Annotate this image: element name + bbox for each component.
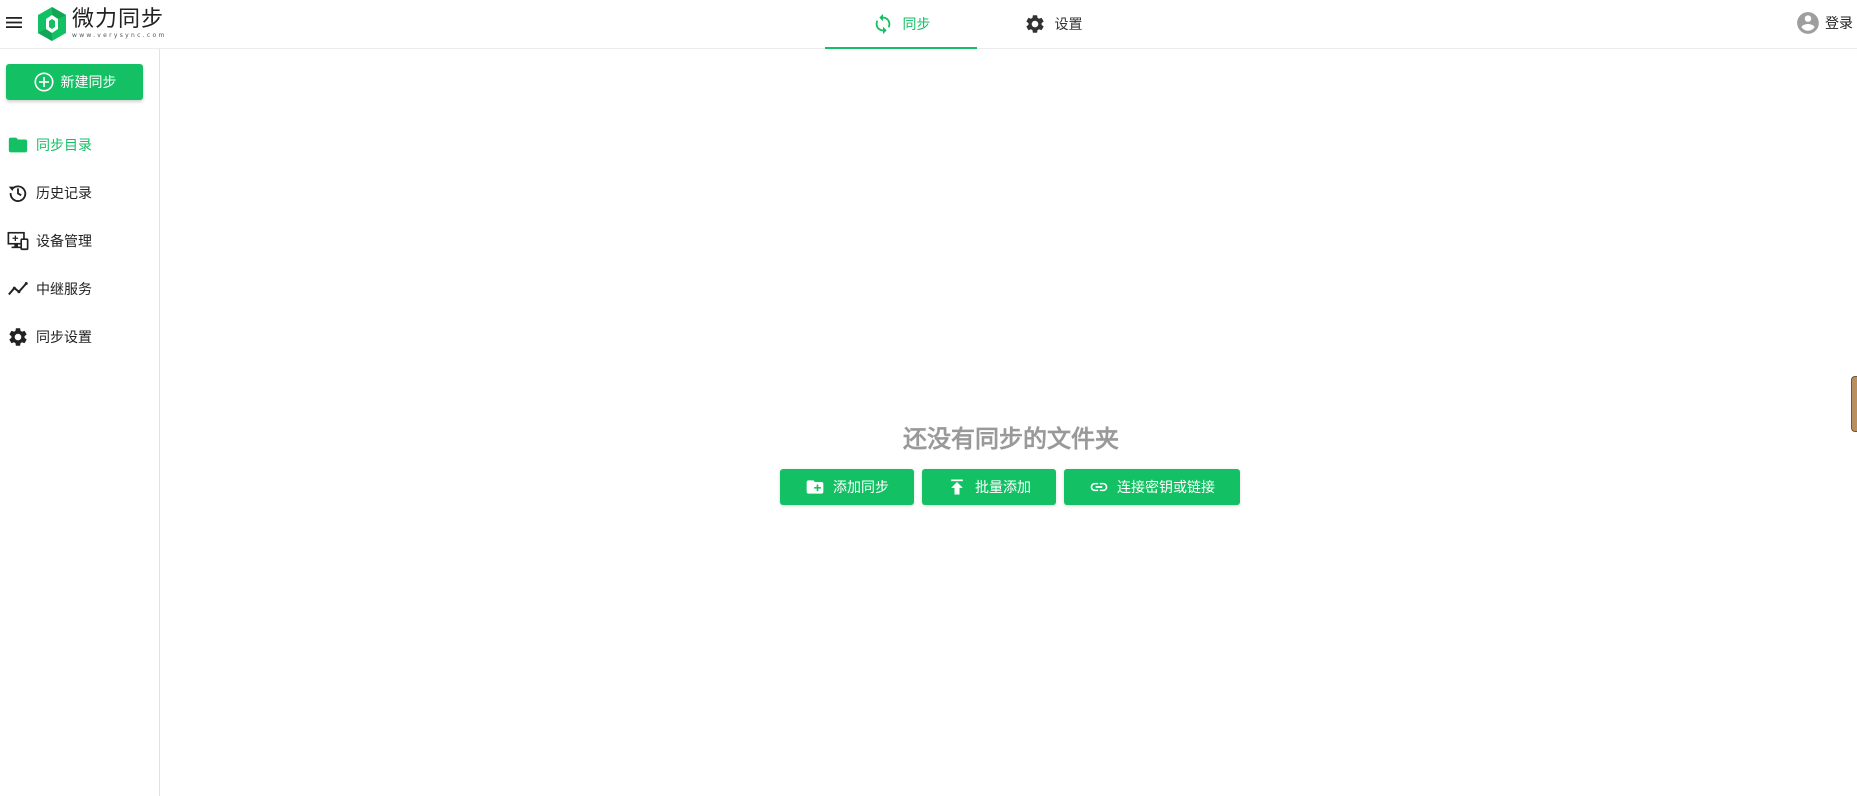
batch-add-button[interactable]: 批量添加 [922,469,1056,505]
new-sync-label: 新建同步 [60,75,117,91]
gear-icon [1025,15,1044,33]
header-tabs: 同步 设置 [825,0,1129,49]
devices-icon [7,231,29,251]
batch-add-label: 批量添加 [975,480,1031,496]
sidebar-item-history[interactable]: 历史记录 [0,169,159,217]
tab-sync[interactable]: 同步 [825,0,977,49]
tab-settings-label: 设置 [1054,17,1083,33]
side-drawer-handle[interactable] [1851,376,1857,432]
empty-state-title: 还没有同步的文件夹 [903,425,1119,453]
empty-state-actions: 添加同步 批量添加 连接密钥或链接 [780,469,1240,505]
login-label: 登录 [1825,16,1853,32]
menu-icon[interactable] [6,14,23,31]
plus-circle-icon [33,72,54,92]
trend-icon [8,282,28,296]
add-sync-button[interactable]: 添加同步 [780,469,914,505]
connect-key-button[interactable]: 连接密钥或链接 [1064,469,1240,505]
tab-sync-label: 同步 [902,17,931,33]
app-url-text: www.verysync.com [72,32,167,39]
add-sync-label: 添加同步 [833,480,889,496]
sidebar-item-sync-settings[interactable]: 同步设置 [0,313,159,361]
sidebar-item-label: 中继服务 [36,282,92,298]
sidebar-item-relay[interactable]: 中继服务 [0,265,159,313]
sidebar: 新建同步 同步目录 历史记录 设备管理 中继服务 同步设置 [0,49,160,796]
tab-settings[interactable]: 设置 [977,0,1129,48]
new-sync-button[interactable]: 新建同步 [6,64,143,100]
folder-add-icon [806,480,824,494]
link-icon [1090,482,1108,492]
connect-key-label: 连接密钥或链接 [1117,480,1215,496]
sidebar-item-label: 同步目录 [36,138,92,154]
sidebar-item-devices[interactable]: 设备管理 [0,217,159,265]
sidebar-item-label: 同步设置 [36,330,92,346]
gear-icon [9,328,27,346]
sidebar-nav: 同步目录 历史记录 设备管理 中继服务 同步设置 [0,121,159,361]
app-logo[interactable]: 微力同步 www.verysync.com [36,4,167,44]
account-circle-icon [1797,12,1819,34]
top-bar: 微力同步 www.verysync.com 同步 设置 登录 [0,0,1857,49]
main-content: 还没有同步的文件夹 [161,49,1857,796]
upload-icon [951,479,963,495]
sidebar-item-label: 历史记录 [36,186,92,202]
sidebar-item-sync-directory[interactable]: 同步目录 [0,121,159,169]
folder-icon [8,137,28,153]
history-icon [8,185,27,202]
app-name: 微力同步 [72,7,165,32]
logo-icon [38,7,66,41]
login-button[interactable]: 登录 [1795,9,1853,37]
sync-icon [875,13,890,35]
sidebar-item-label: 设备管理 [36,234,92,250]
